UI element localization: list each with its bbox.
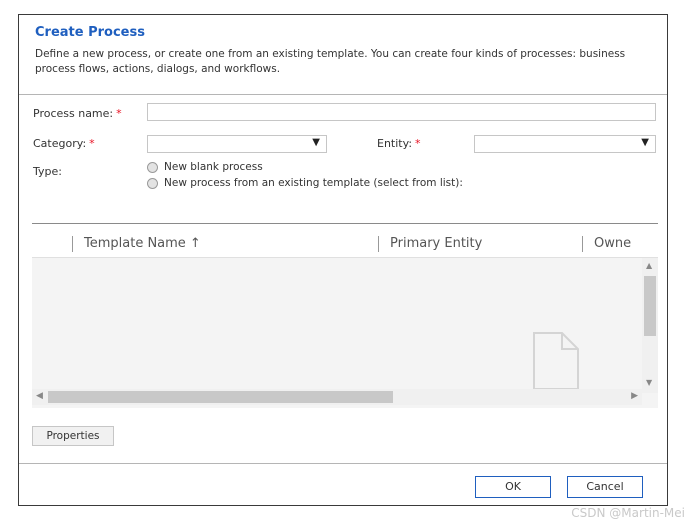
dialog-description: Define a new process, or create one from… <box>35 48 626 75</box>
dialog-title: Create Process <box>35 25 145 40</box>
properties-button[interactable]: Properties <box>32 426 114 446</box>
horizontal-scrollbar[interactable]: ◀ ▶ <box>32 389 642 405</box>
divider-top <box>19 94 667 95</box>
entity-select[interactable]: ▼ <box>474 135 656 153</box>
radio-icon[interactable] <box>147 177 158 189</box>
category-select[interactable]: ▼ <box>147 135 327 153</box>
radio-label: New process from an existing template (s… <box>164 177 463 189</box>
empty-document-icon <box>533 332 579 390</box>
ok-button[interactable]: OK <box>475 476 551 498</box>
radio-icon[interactable] <box>147 161 158 173</box>
entity-label: Entity: * <box>377 137 421 150</box>
divider-bottom <box>19 463 667 464</box>
process-name-label: Process name: * <box>33 107 122 120</box>
scroll-left-icon[interactable]: ◀ <box>36 391 43 401</box>
template-grid-body: ▲ ▼ <box>32 257 658 408</box>
scroll-up-icon[interactable]: ▲ <box>646 261 652 270</box>
cancel-button[interactable]: Cancel <box>567 476 643 498</box>
column-separator <box>72 236 73 252</box>
radio-label: New blank process <box>164 161 263 173</box>
template-grid-header: Template Name ↑ Primary Entity Owne <box>32 223 658 258</box>
required-marker: * <box>415 137 421 150</box>
create-process-dialog: Create Process Define a new process, or … <box>18 14 668 506</box>
scroll-down-icon[interactable]: ▼ <box>646 378 652 387</box>
vertical-scrollbar[interactable]: ▲ ▼ <box>642 258 658 393</box>
scroll-right-icon[interactable]: ▶ <box>631 391 638 401</box>
category-label: Category: * <box>33 137 95 150</box>
vertical-scroll-thumb[interactable] <box>644 276 656 336</box>
watermark: CSDN @Martin-Mei <box>571 506 685 520</box>
process-name-input[interactable] <box>147 103 656 121</box>
horizontal-scroll-thumb[interactable] <box>48 391 393 403</box>
column-template-name[interactable]: Template Name ↑ <box>84 236 201 251</box>
radio-new-blank-process[interactable]: New blank process <box>147 161 263 173</box>
column-primary-entity[interactable]: Primary Entity <box>390 236 482 251</box>
required-marker: * <box>116 107 122 120</box>
dropdown-arrow-icon: ▼ <box>641 137 649 148</box>
column-owner[interactable]: Owne <box>594 236 631 251</box>
required-marker: * <box>89 137 95 150</box>
radio-new-from-template[interactable]: New process from an existing template (s… <box>147 177 463 189</box>
type-label: Type: <box>33 165 62 178</box>
column-separator <box>582 236 583 252</box>
dropdown-arrow-icon: ▼ <box>312 137 320 148</box>
column-separator <box>378 236 379 252</box>
